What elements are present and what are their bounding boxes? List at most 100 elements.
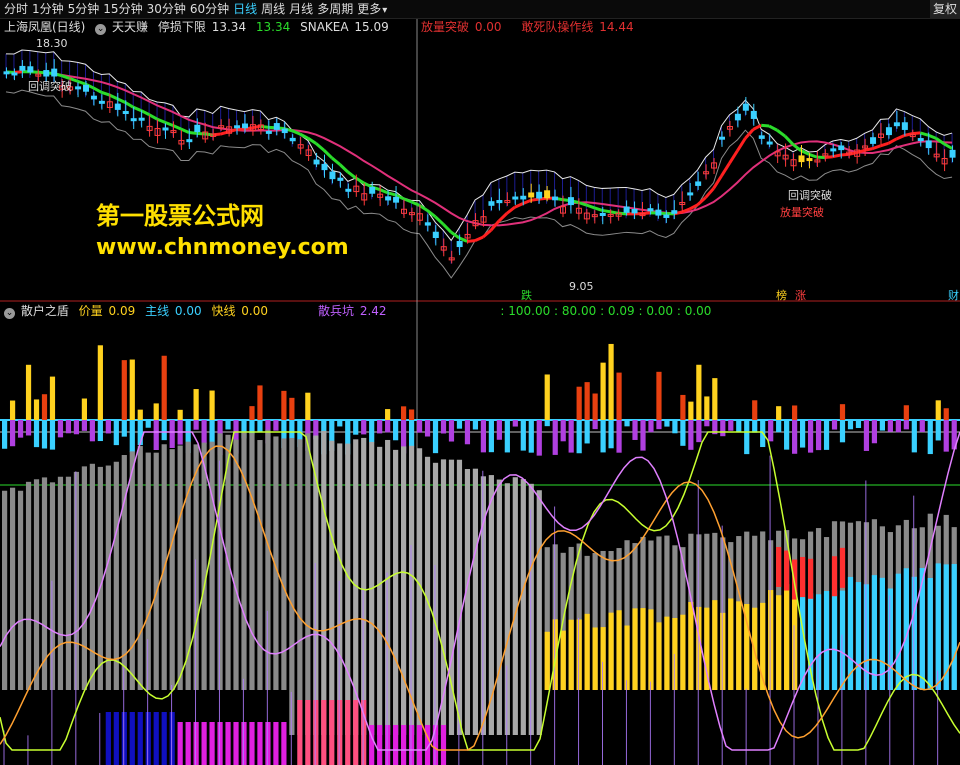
trend-line-segment [140,109,150,116]
gray-column [337,443,343,735]
base-block-blue [113,712,119,765]
candle-body [90,95,97,100]
shield-top-bar [552,420,558,455]
gold-column [664,616,670,690]
volume-bar [121,360,127,420]
shield-top-bar [225,420,231,430]
shield-top-bar [608,420,614,449]
trend-line-segment [260,124,269,129]
trend-line-segment [236,127,245,132]
trend-line-segment [338,163,349,174]
trend-line-segment [864,147,873,152]
gray-column [65,476,72,690]
gray-column [456,459,463,735]
trend-line-segment [132,105,142,112]
gold-column [656,622,662,690]
candle-body [893,122,900,127]
candle-body [528,192,535,198]
candle-body [806,158,813,162]
pullback-label-2: 回调突破 [788,189,832,202]
shield-top-bar [704,420,710,427]
shield-top-bar [768,420,774,442]
trend-line-segment [808,152,818,159]
volume-bar [385,409,391,420]
volume-bar [289,397,295,420]
trend-line-segment [752,123,762,131]
gray-column [137,446,143,690]
trend-line-segment [315,142,325,152]
shield-top-bar [895,420,901,433]
trend-line-segment [872,144,881,151]
candle-body [655,209,662,216]
candle-body [695,181,702,186]
base-block-magenta [377,725,383,765]
volume-bar [792,405,798,420]
trend-line-segment [92,86,103,94]
base-block-pink [353,700,359,765]
shield-top-bar [720,420,726,437]
base-block-magenta [233,722,239,765]
candle-body [719,136,725,140]
marker-cai: 财 [948,289,959,302]
gray-column [2,490,8,690]
shield-top-bar [800,420,806,448]
candle-body [830,148,837,152]
candle-body [647,208,654,212]
candle-body [130,118,137,122]
gray-column [217,433,223,690]
volume-bar [656,371,662,420]
trend-line-segment [148,113,158,121]
gold-column [696,606,702,690]
gold-column [863,584,870,690]
shield-top-bar [472,420,479,430]
trend-line-segment [530,197,539,202]
shield-top-bar [664,420,670,427]
shield-top-bar [113,420,119,446]
shield-top-bar [33,420,40,448]
trend-line-segment [497,212,508,223]
shield-top-bar [153,420,159,450]
gold-column [608,612,614,690]
base-block-pink [337,700,343,765]
trend-line-segment [363,181,373,189]
shield-top-bar [823,420,830,450]
volume-bar [688,401,694,420]
trend-line-segment [442,223,453,234]
gold-column [600,627,606,690]
candle-body [567,197,574,206]
shield-top-bar [121,420,127,437]
gold-column [951,564,957,690]
gray-column [464,469,471,735]
shield-top-bar [73,420,80,435]
candle-body [194,124,201,133]
candle-body [51,68,58,77]
red-column [776,546,782,587]
shield-top-bar [807,420,814,453]
trend-line-segment [13,70,23,75]
shield-top-bar [496,420,502,440]
red-column [831,556,838,597]
red-column [784,550,790,591]
candle-body [138,117,145,121]
trend-line-segment [299,132,309,140]
gold-column [624,625,630,690]
candle-body [281,128,288,134]
candle-body [114,103,121,110]
gold-column [632,608,638,690]
gold-column [911,576,917,690]
candle-body [456,241,463,248]
chart-canvas[interactable] [0,0,960,765]
base-block-blue [153,712,159,765]
trend-line-segment [172,124,182,131]
watermark-title: 第一股票公式网 [96,202,264,230]
trend-line-segment [602,208,611,214]
shield-top-bar [17,420,24,438]
candle-body [734,113,741,121]
shield-top-bar [504,420,510,453]
base-block-pink [329,700,335,765]
base-block-blue [169,712,175,765]
gray-column [472,468,479,735]
gold-column [935,563,941,690]
candle-body [234,125,241,129]
trend-line-segment [196,131,205,136]
